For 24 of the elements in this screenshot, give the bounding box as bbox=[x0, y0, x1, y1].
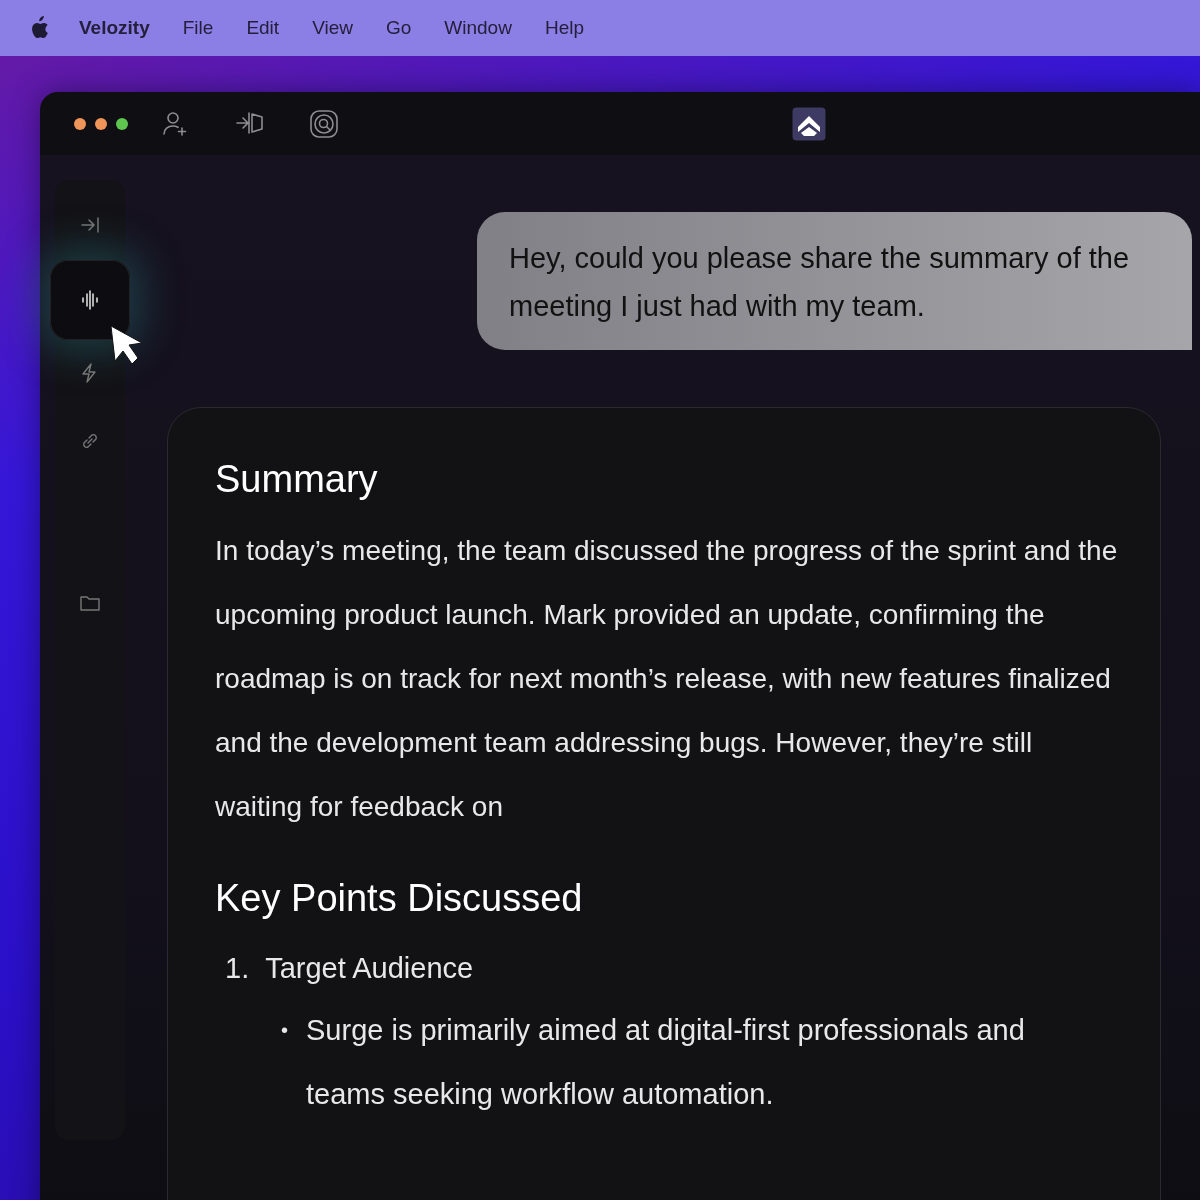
collapse-icon bbox=[79, 214, 101, 236]
app-logo-icon bbox=[792, 106, 826, 141]
app-menu[interactable]: Velozity bbox=[79, 17, 150, 39]
list-item-text: Surge is primarily aimed at digital-first professionals and teams seeking workflow automation. bbox=[306, 1013, 1026, 1112]
window-control[interactable] bbox=[95, 117, 107, 130]
section-heading: Key Points Discussed bbox=[215, 877, 584, 920]
waveform-icon bbox=[79, 289, 101, 311]
toolbar-button[interactable] bbox=[310, 109, 338, 138]
list-number: 1. bbox=[225, 951, 250, 986]
menu-item[interactable]: Window bbox=[444, 17, 512, 39]
apple-logo-icon bbox=[29, 16, 49, 40]
menu-item[interactable]: Help bbox=[544, 17, 584, 39]
window-control[interactable] bbox=[74, 117, 86, 130]
menu-item[interactable]: Edit bbox=[246, 17, 280, 39]
section-heading: Summary bbox=[215, 458, 379, 501]
menu-item[interactable]: View bbox=[312, 17, 353, 39]
list-item-text: Target Audience bbox=[265, 951, 474, 986]
message-text: Hey, could you please share the summary of the meeting I just had with my team. bbox=[509, 241, 1131, 324]
window-control[interactable] bbox=[116, 117, 128, 130]
menu-item[interactable]: File bbox=[182, 17, 214, 39]
search-icon bbox=[310, 109, 338, 138]
summary-paragraph: In today’s meeting, the team discussed the progress of the sprint and the upcoming product launch. Mark provided an update, confirming the roadmap is on track for next month’s release, with new features finalized and the development team addressing bugs. However, they’re still waiting for feedback on bbox=[215, 534, 1119, 824]
menu-item[interactable]: Go bbox=[385, 17, 412, 39]
bullet-icon: • bbox=[281, 998, 288, 1126]
